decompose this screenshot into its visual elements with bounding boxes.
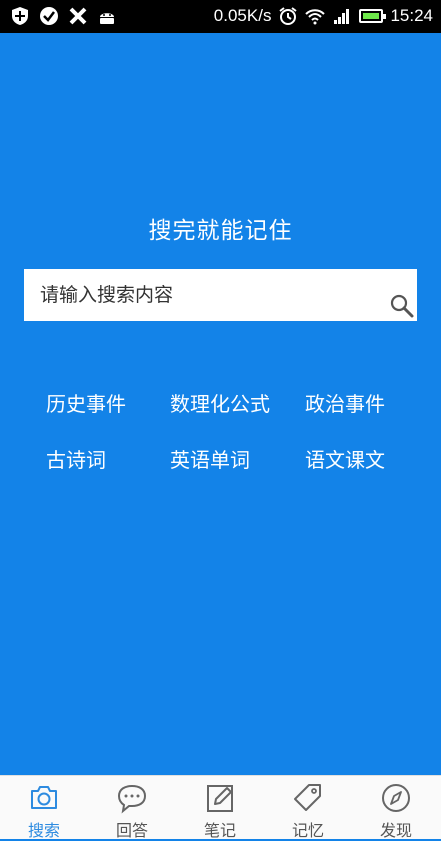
status-bar: 0.05K/s 15:24 bbox=[0, 0, 441, 33]
category-chinese-texts[interactable]: 语文课文 bbox=[305, 444, 385, 473]
tab-label: 记忆 bbox=[291, 821, 324, 840]
compass-icon bbox=[382, 784, 410, 812]
chat-icon bbox=[117, 784, 147, 814]
category-row: 历史事件 数理化公式 政治事件 bbox=[0, 388, 441, 444]
category-history-events[interactable]: 历史事件 bbox=[46, 388, 126, 417]
search-icon[interactable] bbox=[389, 293, 415, 319]
status-left-icons bbox=[10, 6, 117, 26]
signal-icon bbox=[334, 9, 350, 24]
bottom-tab-bar: 搜索 回答 笔记 记忆 发现 bbox=[0, 775, 441, 840]
network-speed: 0.05K/s bbox=[213, 6, 272, 25]
tab-notes[interactable]: 笔记 bbox=[176, 776, 264, 840]
category-english-words[interactable]: 英语单词 bbox=[170, 444, 250, 473]
plus-shield-icon bbox=[12, 7, 28, 25]
status-right: 0.05K/s 15:24 bbox=[214, 5, 433, 27]
camera-icon bbox=[31, 786, 57, 809]
search-box[interactable] bbox=[24, 269, 417, 321]
category-political-events[interactable]: 政治事件 bbox=[305, 388, 385, 417]
wifi-icon bbox=[305, 9, 326, 25]
search-input[interactable] bbox=[24, 269, 384, 321]
category-grid: 历史事件 数理化公式 政治事件 古诗词 英语单词 语文课文 bbox=[0, 388, 441, 500]
tag-icon bbox=[294, 784, 321, 811]
battery-icon bbox=[359, 9, 387, 23]
tab-memory[interactable]: 记忆 bbox=[264, 776, 352, 840]
tab-answer[interactable]: 回答 bbox=[88, 776, 176, 840]
android-icon bbox=[100, 13, 114, 24]
tab-label: 发现 bbox=[379, 821, 412, 840]
category-ancient-poems[interactable]: 古诗词 bbox=[46, 444, 106, 473]
tab-search[interactable]: 搜索 bbox=[0, 776, 88, 840]
tab-label: 搜索 bbox=[27, 821, 60, 840]
tools-icon bbox=[69, 7, 87, 25]
search-page: 搜完就能记住 历史事件 数理化公式 政治事件 古诗词 英语单词 语文课文 bbox=[0, 33, 441, 775]
tab-discover[interactable]: 发现 bbox=[352, 776, 440, 840]
slogan: 搜完就能记住 bbox=[148, 218, 293, 244]
category-science-formulas[interactable]: 数理化公式 bbox=[170, 388, 270, 417]
check-circle-icon bbox=[40, 7, 58, 25]
clock: 15:24 bbox=[390, 6, 433, 25]
alarm-icon bbox=[279, 7, 298, 25]
category-row: 古诗词 英语单词 语文课文 bbox=[0, 444, 441, 500]
tab-label: 回答 bbox=[115, 821, 148, 840]
note-edit-icon bbox=[207, 785, 233, 812]
tab-label: 笔记 bbox=[203, 821, 236, 840]
